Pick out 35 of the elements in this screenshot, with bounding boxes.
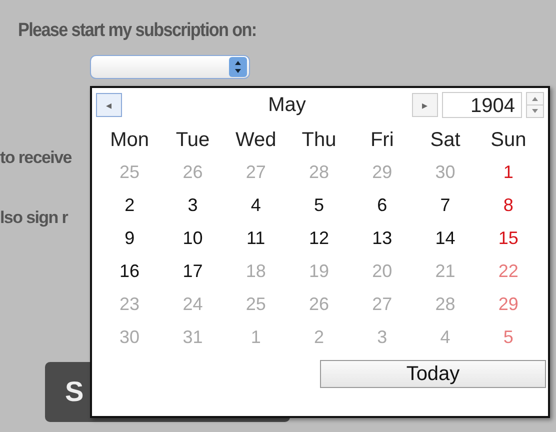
previous-month-button[interactable]: ◂ (96, 93, 122, 117)
year-field[interactable]: 1904 (442, 92, 522, 118)
weekday-header: Sun (490, 128, 528, 153)
today-button[interactable]: Today (320, 360, 546, 388)
year-spinner-icon[interactable] (526, 92, 544, 118)
weekday-header: Mon (109, 128, 150, 153)
calendar-day[interactable]: 8 (476, 189, 540, 222)
calendar-day[interactable]: 9 (98, 222, 162, 255)
calendar-day[interactable]: 5 (287, 189, 351, 222)
weekday-header: Wed (234, 128, 278, 153)
calendar-day[interactable]: 13 (350, 222, 414, 255)
calendar-day[interactable]: 15 (476, 222, 540, 255)
calendar-day[interactable]: 11 (224, 222, 288, 255)
dropdown-arrows-icon (229, 57, 247, 77)
calendar-day[interactable]: 6 (350, 189, 414, 222)
calendar-day[interactable]: 17 (161, 255, 224, 288)
calendar-day[interactable]: 1 (476, 156, 540, 189)
calendar-day[interactable]: 2 (98, 189, 162, 222)
calendar-day[interactable]: 10 (161, 222, 224, 255)
calendar-day[interactable]: 4 (224, 189, 288, 222)
form-text: to receive (0, 148, 72, 168)
form-heading: Please start my subscription on: (18, 20, 256, 42)
calendar-day[interactable]: 3 (161, 189, 224, 222)
calendar-day[interactable]: 16 (98, 255, 162, 288)
weekday-header: Tue (174, 128, 211, 153)
weekday-header: Sat (429, 128, 462, 153)
weekday-header: Fri (369, 128, 395, 153)
form-text: lso sign r (0, 208, 68, 228)
calendar-day[interactable]: 7 (414, 189, 477, 222)
calendar-day[interactable]: 12 (287, 222, 351, 255)
calendar-day[interactable]: 14 (414, 222, 477, 255)
month-label: May (267, 94, 307, 116)
next-month-button[interactable]: ▸ (412, 93, 438, 117)
date-select[interactable] (90, 55, 250, 79)
weekday-header: Thu (300, 128, 338, 153)
